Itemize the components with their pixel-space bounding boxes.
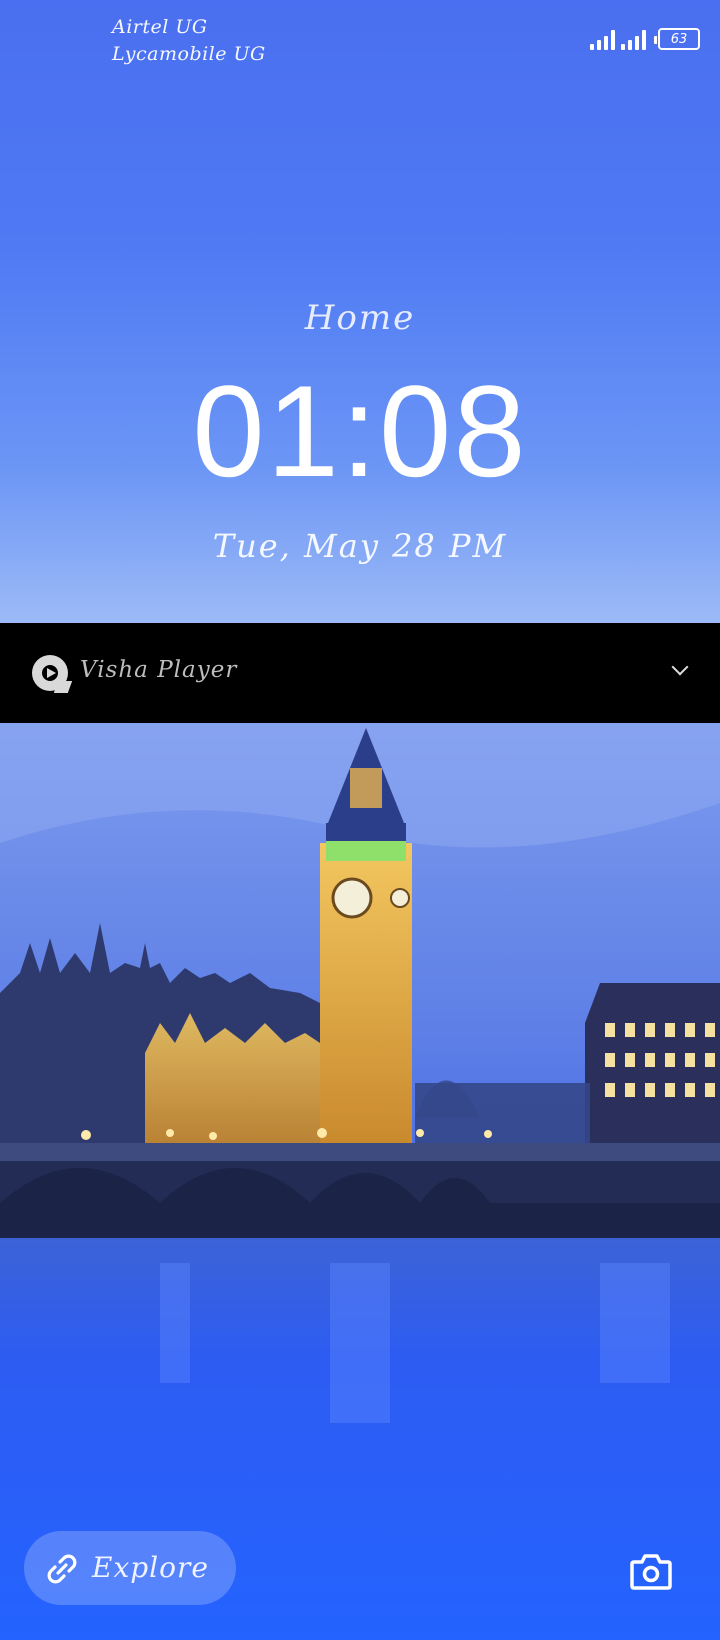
signal-icon: [621, 28, 646, 50]
carrier-names: Airtel UG Lycamobile UG: [112, 14, 266, 68]
explore-button[interactable]: Explore: [24, 1531, 236, 1605]
play-icon: [32, 655, 73, 693]
big-ben-scene-illustration: [0, 723, 720, 1640]
battery-level: 63: [670, 31, 688, 47]
camera-icon[interactable]: [630, 1552, 672, 1592]
clock-time: 01:08: [192, 358, 528, 504]
carrier-2: Lycamobile UG: [112, 43, 266, 65]
clock-date: Tue, May 28 PM: [212, 527, 508, 565]
status-icons: 63: [590, 28, 700, 50]
wallpaper-image: [0, 723, 720, 1640]
carrier-1: Airtel UG: [112, 16, 208, 38]
battery-icon: 63: [654, 28, 700, 50]
clock-location: Home: [304, 298, 416, 338]
media-notification[interactable]: Visha Player: [0, 623, 720, 723]
explore-label: Explore: [92, 1551, 209, 1584]
link-icon: [47, 1554, 77, 1584]
signal-icon: [590, 28, 615, 50]
chevron-down-icon[interactable]: [671, 658, 689, 676]
notification-app-name: Visha Player: [80, 657, 238, 683]
